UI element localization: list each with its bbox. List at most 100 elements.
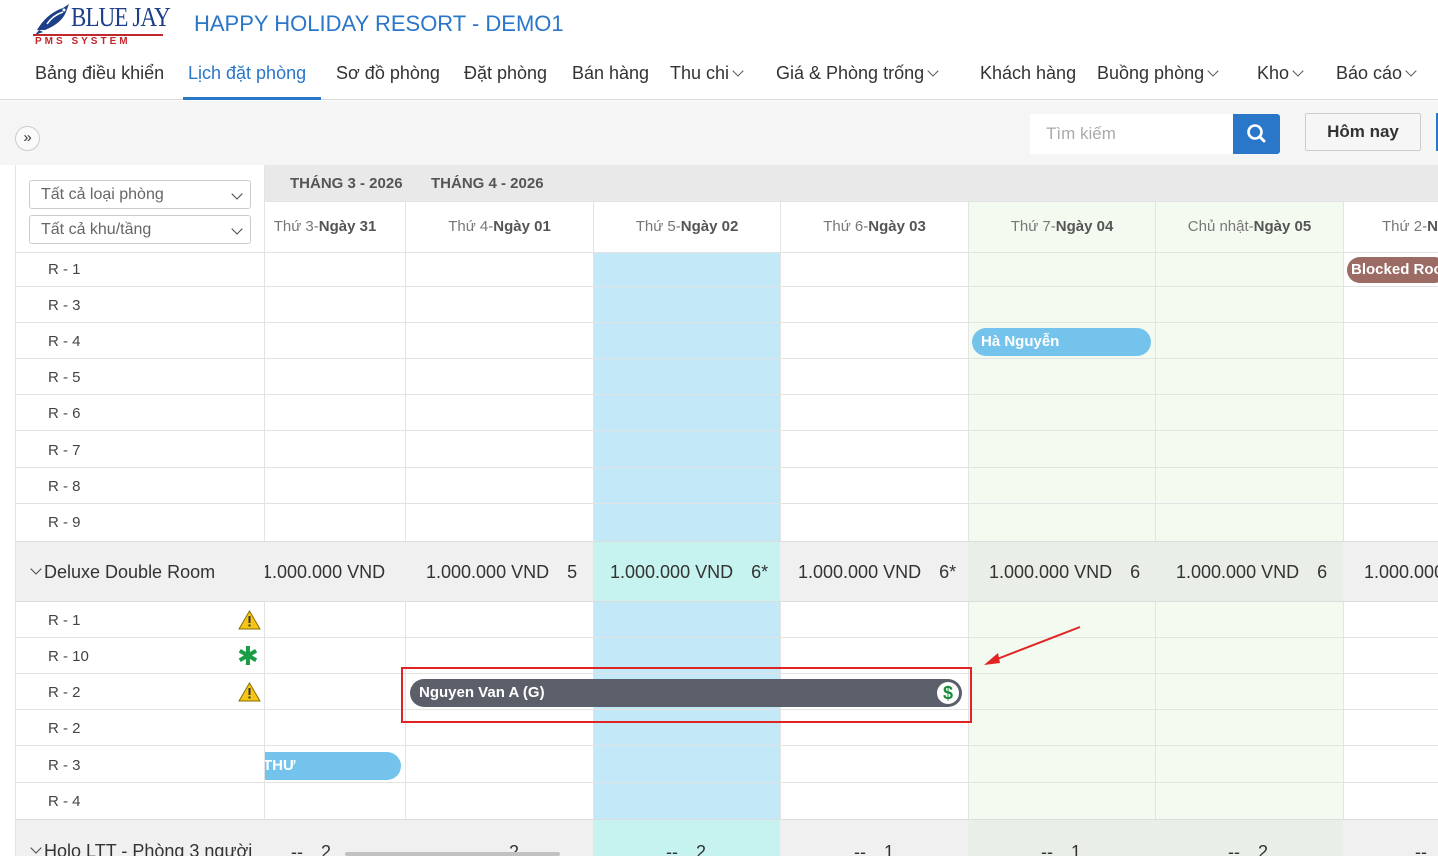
price-cell[interactable]: 1.000.000 VND 6 xyxy=(989,562,1140,583)
room-row[interactable]: R - 4 xyxy=(16,783,265,819)
price-cell[interactable]: 1.000.000 VND 5 xyxy=(426,562,577,583)
room-label: R - 7 xyxy=(48,442,81,459)
today-column xyxy=(593,201,780,856)
room-label: R - 4 xyxy=(48,793,81,810)
booking-blocked-room[interactable]: Blocked Room xyxy=(1347,257,1438,283)
nav-housekeeping[interactable]: Buồng phòng xyxy=(1097,63,1219,84)
nav-booking-calendar[interactable]: Lịch đặt phòng xyxy=(188,63,306,84)
price-row-holo: -- 2 -- 2 -- 2 -- 1 -- 1 -- 2 -- xyxy=(265,819,1438,856)
price-cell[interactable]: 1.000.000 VND 6* xyxy=(610,562,768,583)
day-header[interactable]: Thứ 2-Ngày 06 xyxy=(1344,201,1438,253)
day-date: Ngày 03 xyxy=(868,218,926,235)
day-date: Ngày 05 xyxy=(1253,218,1312,235)
column-divider xyxy=(780,201,781,856)
room-row[interactable]: R - 3 xyxy=(16,746,265,783)
price-cell[interactable]: -- 1 xyxy=(1041,842,1081,856)
room-row[interactable]: R - 8 xyxy=(16,468,265,504)
room-group-holo[interactable]: Holo LTT - Phòng 3 người xyxy=(16,819,265,856)
price-row-deluxe: 1.000.000 VND5 1.000.000 VND5 1.000.000 … xyxy=(265,541,1438,602)
price-cell[interactable]: 1.000.000 VND5 xyxy=(265,562,402,583)
room-rate: -- xyxy=(666,842,678,856)
room-row[interactable]: R - 6 xyxy=(16,395,265,431)
room-row[interactable]: R - 4 xyxy=(16,323,265,359)
booking-thu[interactable]: THƯ xyxy=(265,752,401,780)
day-date: Ngày 31 xyxy=(318,218,377,235)
logo[interactable]: BLUE JAY PMS SYSTEM xyxy=(33,2,171,48)
row-divider xyxy=(265,637,1438,638)
room-type-select[interactable]: Tất cả loại phòng xyxy=(29,180,251,209)
nav-reports[interactable]: Báo cáo xyxy=(1336,63,1417,84)
room-label: R - 5 xyxy=(48,369,81,386)
room-row[interactable]: R - 1 xyxy=(16,602,265,638)
room-row[interactable]: R - 3 xyxy=(16,287,265,323)
availability-count: 6 xyxy=(1317,562,1328,582)
chevron-down-icon xyxy=(30,563,42,575)
today-button[interactable]: Hôm nay xyxy=(1305,113,1421,151)
app-title: HAPPY HOLIDAY RESORT - DEMO1 xyxy=(194,11,564,36)
nav-inventory[interactable]: Kho xyxy=(1257,63,1304,84)
room-row[interactable]: R - 2 xyxy=(16,710,265,746)
room-row[interactable]: R - 10 ✱ xyxy=(16,638,265,674)
day-weekday: Thứ 5 xyxy=(635,218,676,235)
availability-count: 5 xyxy=(567,562,578,582)
row-divider xyxy=(265,430,1438,431)
search-icon xyxy=(1247,124,1266,143)
availability-count: 6* xyxy=(939,562,957,582)
nav-rates-availability[interactable]: Giá & Phòng trống xyxy=(776,63,939,84)
day-header[interactable]: Thứ 6-Ngày 03 xyxy=(781,201,968,253)
price-cell[interactable]: 1.000.000 xyxy=(1364,562,1438,583)
room-group-deluxe[interactable]: Deluxe Double Room xyxy=(16,541,265,602)
availability-count: 6 xyxy=(1130,562,1141,582)
search-button[interactable] xyxy=(1233,114,1280,154)
nav-reports-label: Báo cáo xyxy=(1336,63,1403,83)
nav-dashboard[interactable]: Bảng điều khiển xyxy=(35,63,164,84)
price-cell[interactable]: -- 2 xyxy=(1228,842,1268,856)
room-row[interactable]: R - 7 xyxy=(16,431,265,468)
search-input[interactable] xyxy=(1030,114,1233,154)
day-header[interactable]: Thứ 3-Ngày 31 xyxy=(265,201,395,253)
room-row[interactable]: R - 1 xyxy=(16,253,265,287)
day-header[interactable]: Thứ 4-Ngày 01 xyxy=(406,201,593,253)
day-header[interactable]: Thứ 5-Ngày 02 xyxy=(594,201,780,253)
room-row[interactable]: R - 2 xyxy=(16,674,265,710)
price-cell[interactable]: 1.000.000 VND 6* xyxy=(798,562,956,583)
room-label: R - 2 xyxy=(48,684,81,701)
column-divider xyxy=(405,201,406,856)
booking-ha-nguyen[interactable]: Hà Nguyễn xyxy=(972,328,1151,356)
day-date: Ngày 06 xyxy=(1427,218,1438,235)
day-header[interactable]: Chủ nhật-Ngày 05 xyxy=(1156,201,1343,253)
area-floor-select[interactable]: Tất cả khu/tầng xyxy=(29,215,251,244)
nav-customers[interactable]: Khách hàng xyxy=(980,63,1076,84)
nav-inventory-label: Kho xyxy=(1257,63,1290,83)
room-type-select-value: Tất cả loại phòng xyxy=(41,186,164,203)
column-divider xyxy=(593,201,594,856)
column-divider xyxy=(1155,201,1156,856)
chevron-down-icon xyxy=(30,842,42,854)
nav-rates-label: Giá & Phòng trống xyxy=(776,63,925,83)
room-rate: 1.000.000 VND xyxy=(798,562,922,582)
nav-room-map[interactable]: Sơ đồ phòng xyxy=(336,63,440,84)
room-row[interactable]: R - 9 xyxy=(16,504,265,541)
price-cell[interactable]: -- xyxy=(1415,842,1427,856)
blue-jay-bird-icon xyxy=(35,4,69,35)
availability-count: 1 xyxy=(884,842,895,856)
room-rate: 1.000.000 VND xyxy=(426,562,550,582)
nav-reservation[interactable]: Đặt phòng xyxy=(464,63,547,84)
room-row[interactable]: R - 5 xyxy=(16,359,265,395)
day-date: Ngày 04 xyxy=(1055,218,1114,235)
nav-housekeeping-label: Buồng phòng xyxy=(1097,63,1205,83)
room-rate: 1.000.000 VND xyxy=(1176,562,1300,582)
nav-income-expense[interactable]: Thu chi xyxy=(670,63,744,84)
chevron-down-icon xyxy=(1207,65,1219,77)
row-divider xyxy=(265,745,1438,746)
nav-sales[interactable]: Bán hàng xyxy=(572,63,649,84)
horizontal-scrollbar[interactable] xyxy=(345,852,560,856)
price-cell[interactable]: -- 2 xyxy=(291,842,331,856)
expand-sidebar-button[interactable]: » xyxy=(15,126,40,151)
price-cell[interactable]: 1.000.000 VND 6 xyxy=(1176,562,1327,583)
price-cell[interactable]: -- 2 xyxy=(666,842,706,856)
day-header[interactable]: Thứ 7-Ngày 04 xyxy=(969,201,1155,253)
room-label: R - 10 xyxy=(48,648,89,665)
price-cell[interactable]: -- 1 xyxy=(854,842,894,856)
logo-text: BLUE JAY xyxy=(71,2,171,32)
